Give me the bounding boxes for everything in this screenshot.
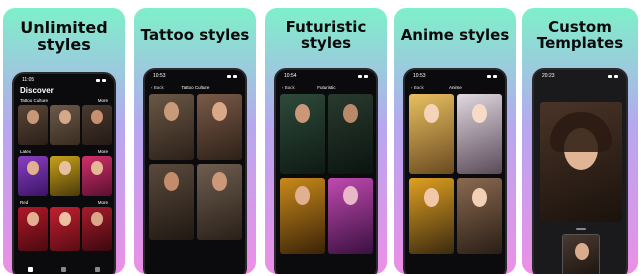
section-label: Red [20, 200, 29, 205]
image-grid [276, 92, 376, 274]
nav-title: Futuristic [317, 84, 336, 90]
grid-image[interactable] [409, 94, 454, 174]
thumbnail-image[interactable] [82, 105, 112, 145]
grid-image[interactable] [409, 178, 454, 254]
status-time: 10:53 [153, 73, 166, 79]
gallery-tab-icon[interactable] [61, 266, 67, 272]
thumbnail-image[interactable] [50, 156, 80, 196]
thumbnail-image[interactable] [50, 105, 80, 145]
promo-card-tattoo-styles: Tattoo styles 10:53 ‹ Back Tattoo Cultur… [134, 8, 256, 274]
promo-card-unlimited-styles: Unlimited styles 11:05 Discover Tattoo C… [3, 8, 125, 274]
grid-image[interactable] [197, 164, 242, 240]
image-grid [145, 92, 245, 274]
card-title: Tattoo styles [140, 26, 250, 44]
thumbnail-image[interactable] [18, 207, 48, 251]
grid-image[interactable] [328, 178, 373, 254]
promo-card-custom-templates: Custom Templates 20:23 [522, 8, 638, 274]
page-indicator [576, 228, 586, 230]
status-time: 20:23 [542, 73, 555, 79]
card-title: Futuristic styles [285, 18, 367, 52]
card-title: Anime styles [400, 26, 510, 44]
phone-screen: 20:23 [532, 68, 628, 274]
template-thumbnail[interactable] [562, 234, 600, 274]
home-tab-icon[interactable] [28, 266, 34, 272]
card-title: Unlimited styles [20, 18, 108, 54]
status-time: 11:05 [22, 77, 35, 83]
phone-screen: 11:05 Discover Tattoo Culture More Latex… [12, 72, 116, 274]
grid-image[interactable] [328, 94, 373, 174]
phone-screen: 10:53 ‹ Back Tattoo Culture [143, 68, 247, 274]
grid-image[interactable] [280, 178, 325, 254]
thumb-row [14, 156, 114, 198]
grid-image[interactable] [149, 164, 194, 240]
thumb-row [14, 207, 114, 253]
grid-image[interactable] [457, 94, 502, 174]
promo-card-anime-styles: Anime styles 10:53 ‹ Back Anime [394, 8, 516, 274]
template-main-image[interactable] [540, 102, 622, 222]
signal-battery-icon [358, 74, 368, 78]
grid-image[interactable] [457, 178, 502, 254]
more-link[interactable]: More [98, 149, 108, 154]
grid-image[interactable] [149, 94, 194, 160]
signal-battery-icon [227, 74, 237, 78]
section-label: Tattoo Culture [20, 98, 49, 103]
section-header-latex: Latex More [14, 147, 114, 156]
promo-card-futuristic-styles: Futuristic styles 10:54 ‹ Back Futuristi… [265, 8, 387, 274]
status-time: 10:54 [284, 73, 297, 79]
thumb-row [14, 105, 114, 147]
back-button[interactable]: ‹ Back [151, 85, 164, 90]
tab-bar [14, 264, 114, 274]
nav-title: Tattoo Culture [181, 84, 210, 90]
grid-image[interactable] [197, 94, 242, 160]
back-button[interactable]: ‹ Back [282, 85, 295, 90]
template-preview [534, 82, 626, 274]
signal-battery-icon [487, 74, 497, 78]
section-header-tattoo: Tattoo Culture More [14, 96, 114, 105]
signal-battery-icon [608, 74, 618, 78]
grid-image[interactable] [280, 94, 325, 174]
back-button[interactable]: ‹ Back [411, 85, 424, 90]
thumbnail-image[interactable] [82, 156, 112, 196]
thumbnail-image[interactable] [82, 207, 112, 251]
more-link[interactable]: More [98, 98, 108, 103]
phone-screen: 10:54 ‹ Back Futuristic [274, 68, 378, 274]
nav-title: Anime [449, 84, 462, 90]
profile-tab-icon[interactable] [94, 266, 100, 272]
image-grid [405, 92, 505, 274]
phone-screen: 10:53 ‹ Back Anime [403, 68, 507, 274]
status-time: 10:53 [413, 73, 426, 79]
section-header-red: Red More [14, 198, 114, 207]
signal-battery-icon [96, 78, 106, 82]
thumbnail-image[interactable] [50, 207, 80, 251]
card-title: Custom Templates [536, 18, 624, 52]
section-label: Latex [20, 149, 32, 154]
thumbnail-image[interactable] [18, 105, 48, 145]
more-link[interactable]: More [98, 200, 108, 205]
thumbnail-image[interactable] [18, 156, 48, 196]
discover-heading: Discover [20, 86, 54, 95]
